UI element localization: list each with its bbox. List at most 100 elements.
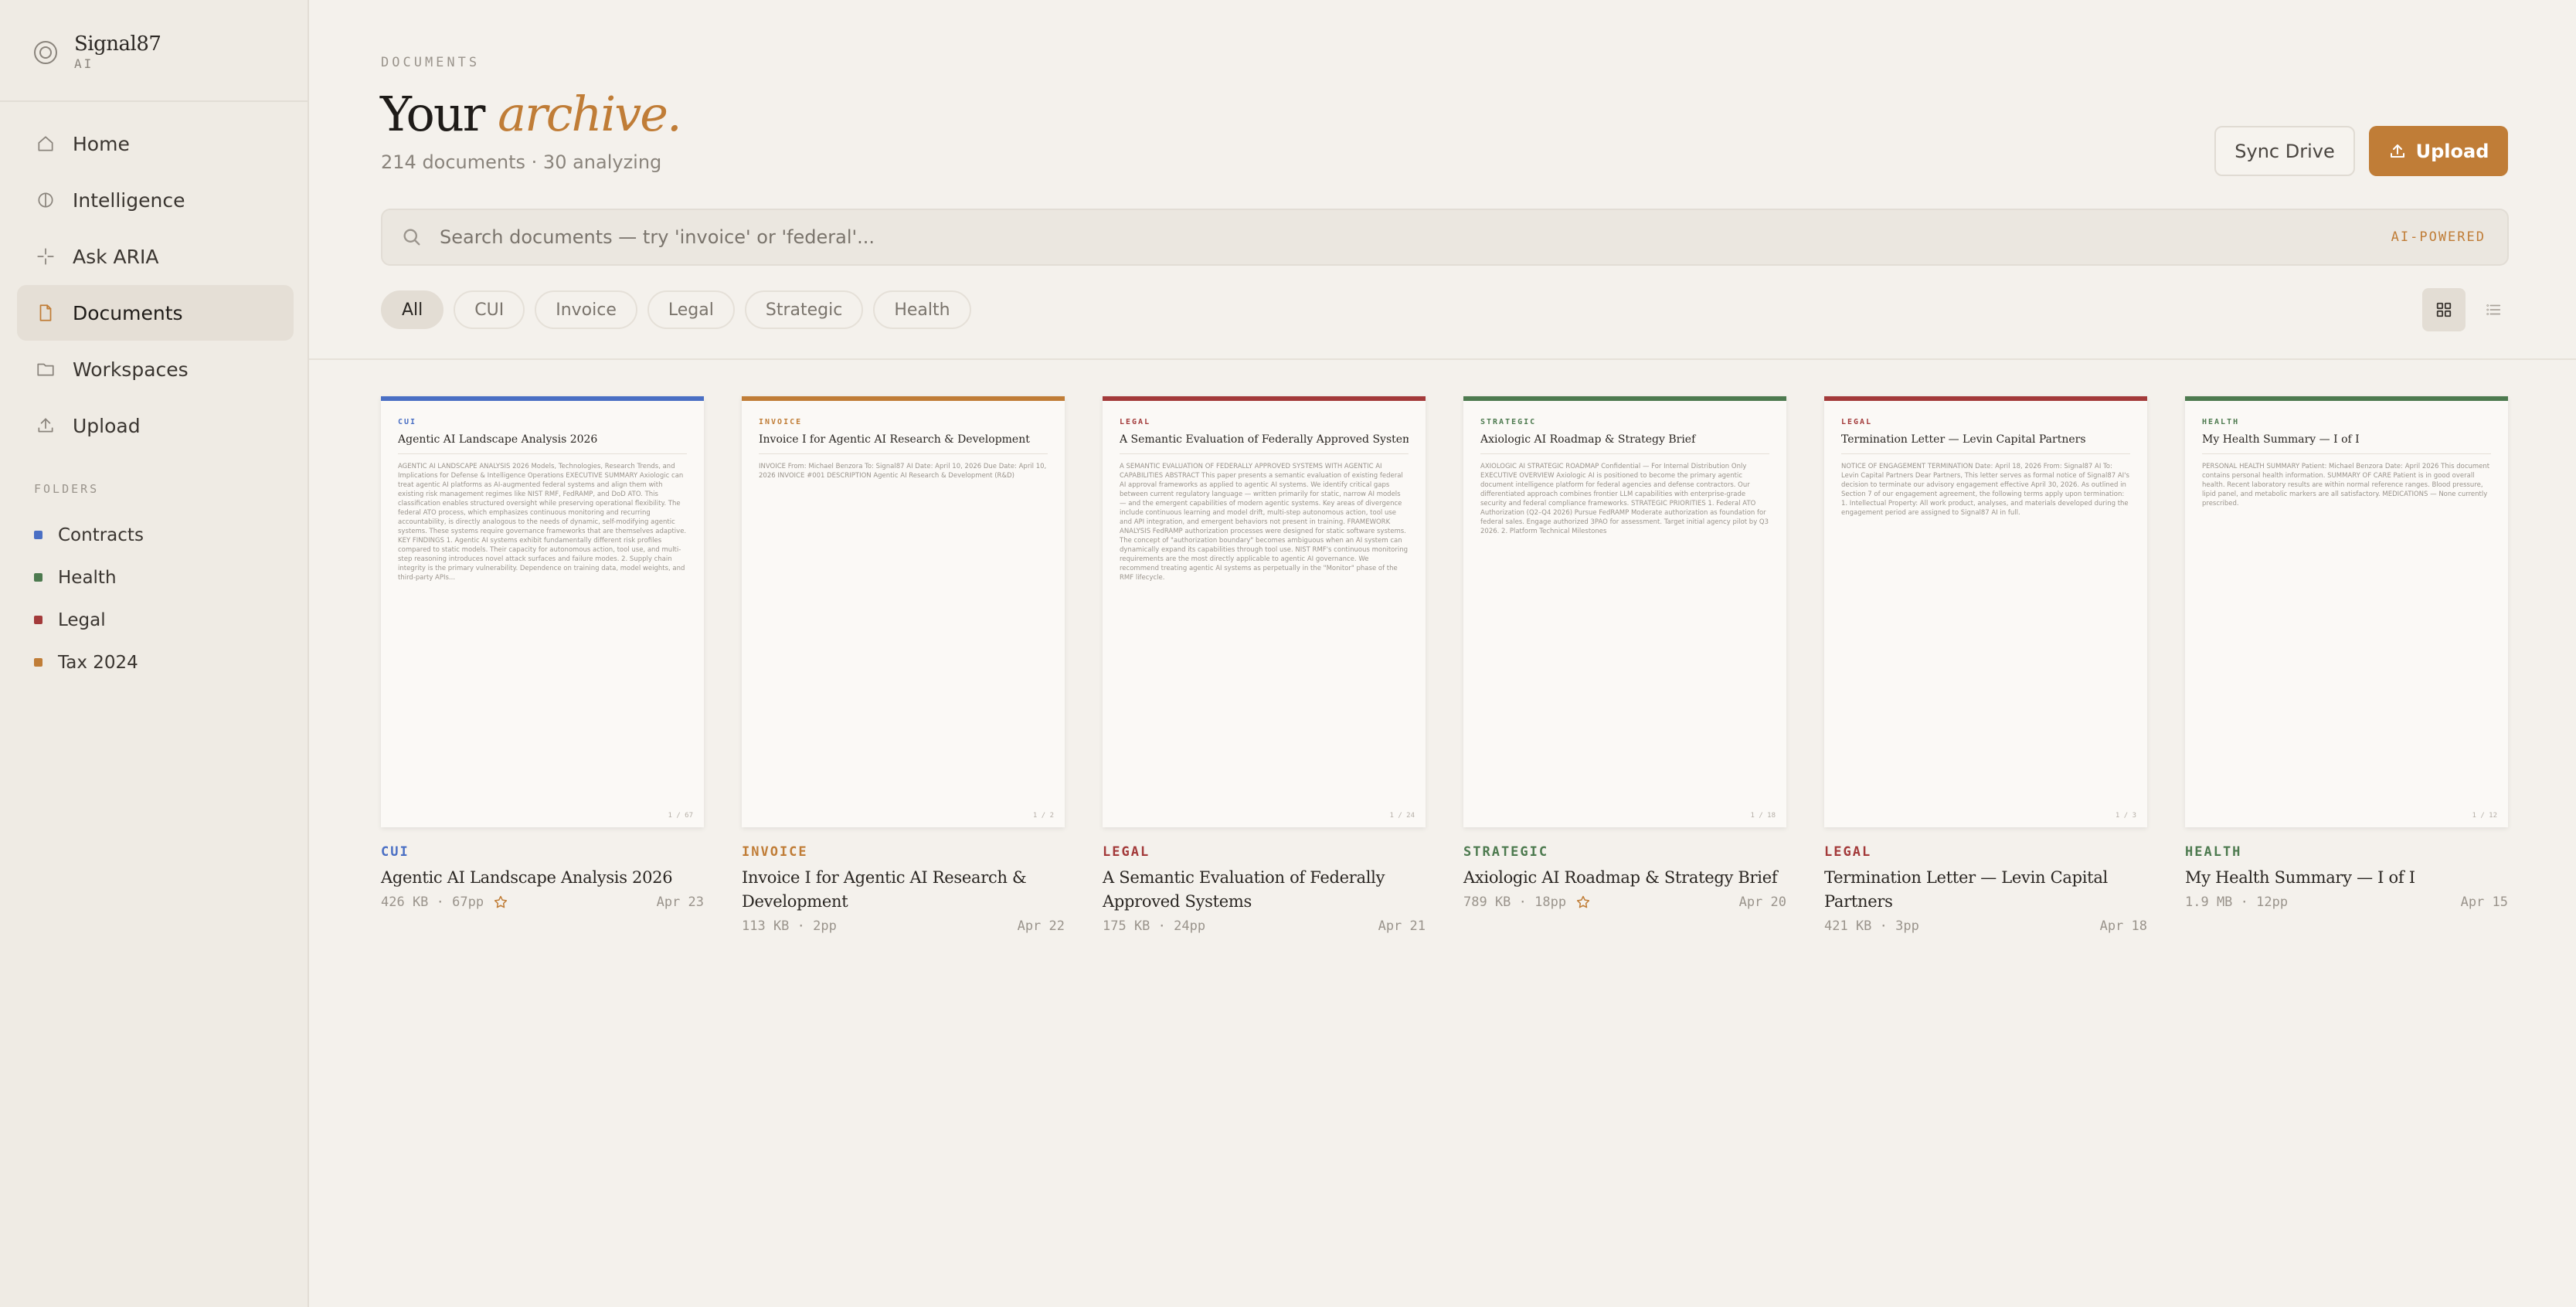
document-icon <box>34 301 57 324</box>
sidebar-item-label: Workspaces <box>73 358 189 381</box>
document-title[interactable]: Axiologic AI Roadmap & Strategy Brief <box>1463 866 1786 890</box>
sidebar-item-home[interactable]: Home <box>17 116 294 171</box>
star-icon[interactable] <box>1575 895 1591 910</box>
folder-item[interactable]: Tax 2024 <box>34 641 297 684</box>
folder-item[interactable]: Health <box>34 556 297 599</box>
sidebar: Signal87 AI Home Intelligence Ask ARIA Docu… <box>0 0 309 1307</box>
document-thumbnail[interactable]: LEGAL Termination Letter — Levin Capital … <box>1824 396 2147 827</box>
thumbnail-title: Axiologic AI Roadmap & Strategy Brief <box>1480 433 1769 454</box>
thumbnail-page-indicator: 1 / 18 <box>1750 812 1776 820</box>
document-thumbnail[interactable]: HEALTH My Health Summary — I of I PERSONAL… <box>2185 396 2508 827</box>
view-toggle <box>2416 288 2515 331</box>
document-date: Apr 23 <box>656 895 704 910</box>
document-card[interactable]: LEGAL A Semantic Evaluation of Federally … <box>1103 396 1426 934</box>
thumbnail-title: A Semantic Evaluation of Federally Appro… <box>1120 433 1409 454</box>
document-tag: LEGAL <box>1103 844 1150 860</box>
document-card[interactable]: LEGAL Termination Letter — Levin Capital … <box>1824 396 2147 934</box>
document-grid: CUI Agentic AI Landscape Analysis 2026 AGE… <box>381 396 2546 934</box>
sidebar-item-documents[interactable]: Documents <box>17 285 294 341</box>
document-thumbnail[interactable]: CUI Agentic AI Landscape Analysis 2026 AGE… <box>381 396 704 827</box>
ai-powered-badge: AI-POWERED <box>2391 229 2486 245</box>
sidebar-item-workspaces[interactable]: Workspaces <box>17 341 294 397</box>
thumbnail-title: Agentic AI Landscape Analysis 2026 <box>398 433 687 454</box>
document-meta: 426 KB · 67pp Apr 23 <box>381 895 704 910</box>
section-divider <box>309 358 2576 360</box>
thumbnail-excerpt: AXIOLOGIC AI STRATEGIC ROADMAP Confident… <box>1480 463 1769 535</box>
sidebar-item-label: Upload <box>73 414 141 437</box>
sidebar-item-ask-aria[interactable]: Ask ARIA <box>17 229 294 284</box>
document-title[interactable]: Agentic AI Landscape Analysis 2026 <box>381 866 704 890</box>
folders-heading: FOLDERS <box>34 482 100 496</box>
document-date: Apr 18 <box>2099 918 2147 934</box>
thumbnail-page-indicator: 1 / 3 <box>2115 812 2136 820</box>
folder-color-dot <box>34 616 42 624</box>
brand[interactable]: Signal87 AI <box>34 31 161 74</box>
search-input[interactable] <box>440 226 2391 248</box>
thumbnail-tag: LEGAL <box>1841 418 1873 426</box>
document-thumbnail[interactable]: STRATEGIC Axiologic AI Roadmap & Strategy… <box>1463 396 1786 827</box>
thumbnail-tag: STRATEGIC <box>1480 418 1537 426</box>
document-date: Apr 22 <box>1017 918 1065 934</box>
filter-chip-legal[interactable]: Legal <box>647 290 735 329</box>
page-eyebrow: DOCUMENTS <box>381 55 481 70</box>
sidebar-item-label: Ask ARIA <box>73 245 159 268</box>
thumbnail-excerpt: A SEMANTIC EVALUATION OF FEDERALLY APPRO… <box>1120 463 1408 582</box>
filter-chip-strategic[interactable]: Strategic <box>744 290 864 329</box>
thumbnail-tag: INVOICE <box>759 418 803 426</box>
document-tag: STRATEGIC <box>1463 844 1549 860</box>
list-view-button[interactable] <box>2472 288 2515 331</box>
thumbnail-excerpt: NOTICE OF ENGAGEMENT TERMINATION Date: A… <box>1841 463 2129 517</box>
main-content: DOCUMENTS Your archive. 214 documents · … <box>309 0 2576 1307</box>
title-plain: Your <box>380 86 485 142</box>
document-title[interactable]: Termination Letter — Levin Capital Partn… <box>1824 866 2147 914</box>
document-date: Apr 21 <box>1378 918 1426 934</box>
document-size-pages: 175 KB · 24pp <box>1103 918 1206 934</box>
page-title: Your archive. <box>380 83 682 145</box>
thumbnail-page-indicator: 1 / 24 <box>1389 812 1415 820</box>
upload-button[interactable]: Upload <box>2369 126 2508 176</box>
folder-item[interactable]: Contracts <box>34 514 297 556</box>
upload-button-label: Upload <box>2415 140 2489 162</box>
sidebar-item-upload[interactable]: Upload <box>17 398 294 453</box>
filter-chip-invoice[interactable]: Invoice <box>535 290 637 329</box>
document-card[interactable]: INVOICE Invoice I for Agentic AI Research… <box>742 396 1065 934</box>
document-title[interactable]: Invoice I for Agentic AI Research & Deve… <box>742 866 1065 914</box>
list-icon <box>2486 304 2501 315</box>
document-size-pages: 421 KB · 3pp <box>1824 918 1919 934</box>
folder-label: Health <box>58 567 117 588</box>
sidebar-item-intelligence[interactable]: Intelligence <box>17 172 294 228</box>
thumbnail-tag: CUI <box>398 418 417 426</box>
upload-icon <box>2390 144 2404 158</box>
filter-chip-cui[interactable]: CUI <box>454 290 525 329</box>
thumbnail-page-indicator: 1 / 2 <box>1032 812 1054 820</box>
document-title[interactable]: A Semantic Evaluation of Federally Appro… <box>1103 866 1426 914</box>
document-card[interactable]: CUI Agentic AI Landscape Analysis 2026 AGE… <box>381 396 704 934</box>
thumbnail-tag: HEALTH <box>2202 418 2240 426</box>
document-tag: CUI <box>381 844 410 860</box>
document-thumbnail[interactable]: INVOICE Invoice I for Agentic AI Research… <box>742 396 1065 827</box>
document-meta: 1.9 MB · 12pp Apr 15 <box>2185 895 2508 910</box>
document-size-pages: 1.9 MB · 12pp <box>2185 895 2289 910</box>
filter-chip-health[interactable]: Health <box>873 290 971 329</box>
title-accent: archive. <box>498 86 682 142</box>
document-title[interactable]: My Health Summary — I of I <box>2185 866 2508 890</box>
document-meta: 789 KB · 18pp Apr 20 <box>1463 895 1786 910</box>
thumbnail-title: Termination Letter — Levin Capital Partn… <box>1841 433 2130 454</box>
sync-drive-button[interactable]: Sync Drive <box>2214 126 2355 176</box>
intelligence-icon <box>34 188 57 212</box>
folder-label: Tax 2024 <box>58 652 138 673</box>
filter-chip-all[interactable]: All <box>381 290 444 329</box>
folder-item[interactable]: Legal <box>34 599 297 641</box>
thumbnail-page-indicator: 1 / 12 <box>2472 812 2497 820</box>
brand-name: Signal87 <box>74 32 161 56</box>
search-icon <box>403 229 420 246</box>
search-bar: AI-POWERED <box>381 209 2509 266</box>
document-size-pages: 426 KB · 67pp <box>381 895 484 910</box>
star-icon[interactable] <box>493 895 508 910</box>
document-thumbnail[interactable]: LEGAL A Semantic Evaluation of Federally … <box>1103 396 1426 827</box>
page-subtitle: 214 documents · 30 analyzing <box>381 151 662 173</box>
document-card[interactable]: HEALTH My Health Summary — I of I PERSONAL… <box>2185 396 2508 934</box>
folder-color-dot <box>34 658 42 667</box>
document-card[interactable]: STRATEGIC Axiologic AI Roadmap & Strategy… <box>1463 396 1786 934</box>
grid-view-button[interactable] <box>2422 288 2466 331</box>
